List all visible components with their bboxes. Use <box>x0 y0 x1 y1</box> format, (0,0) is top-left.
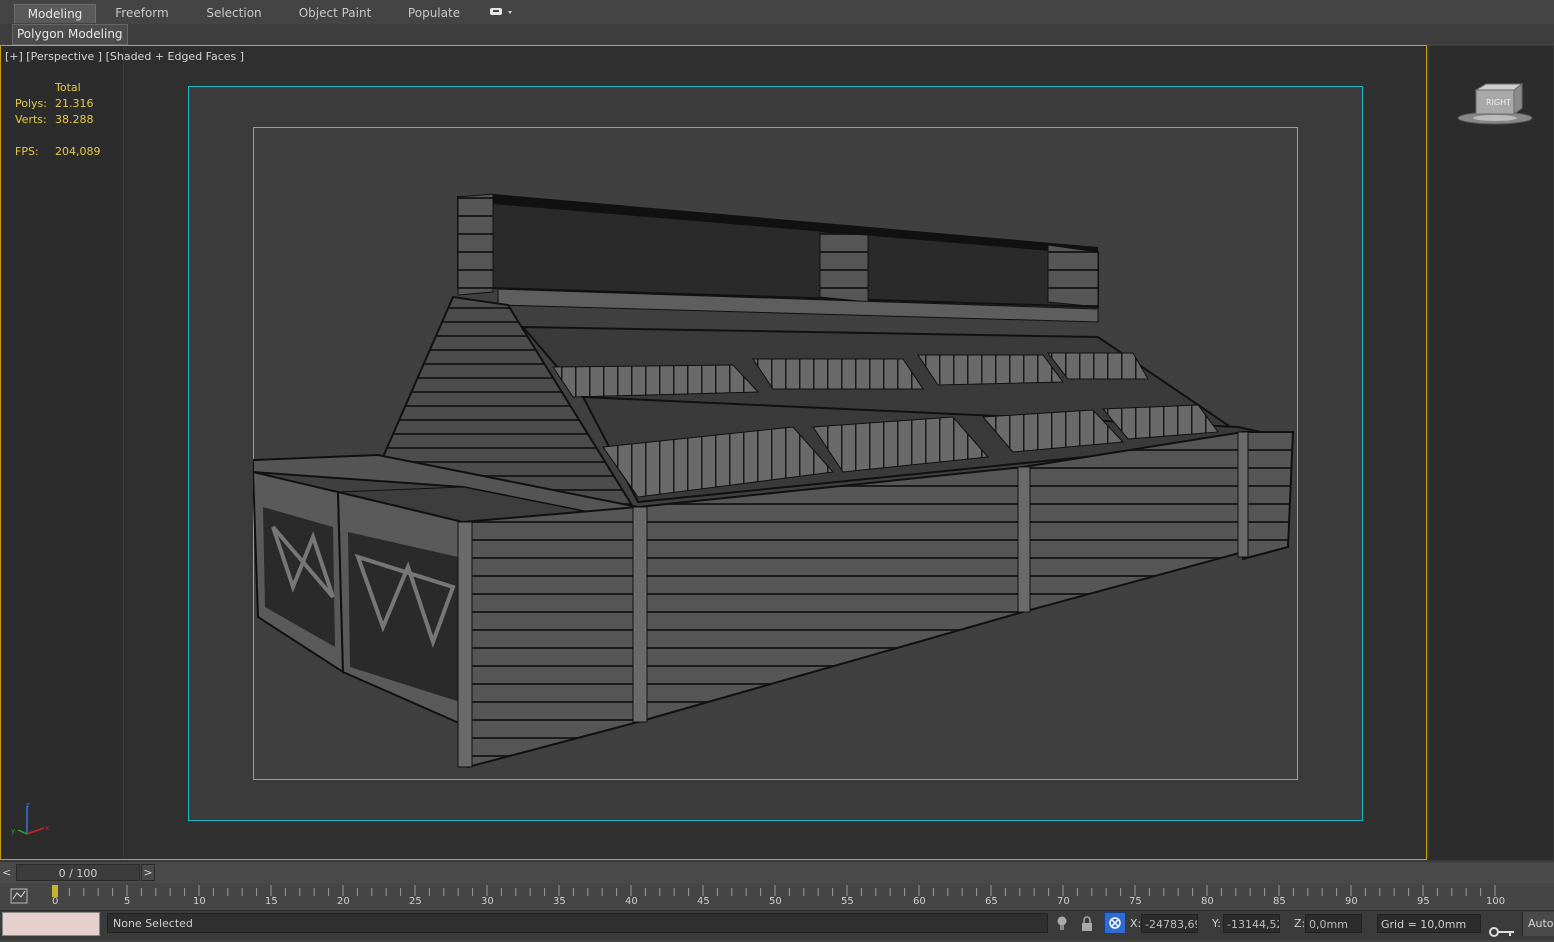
auto-key-button[interactable]: Auto <box>1522 912 1554 936</box>
track-tick-label: 55 <box>841 896 854 907</box>
x-coord-label: X: <box>1130 917 1142 930</box>
stats-polys-value: 21.316 <box>55 97 94 110</box>
viewcube-icon: RIGHT <box>1457 83 1533 125</box>
track-tick-label: 25 <box>409 896 422 907</box>
ribbon-panel-bar: Polygon Modeling <box>0 24 1554 45</box>
track-tick-label: 50 <box>769 896 782 907</box>
time-slider-thumb[interactable]: 0 / 100 <box>16 864 140 881</box>
track-tick-label: 75 <box>1129 896 1142 907</box>
tab-populate[interactable]: Populate <box>398 4 470 22</box>
track-tick-label: 10 <box>193 896 206 907</box>
viewport-right-region <box>1429 46 1553 860</box>
viewport-left-region <box>1 46 123 860</box>
viewport-label-menu[interactable]: [+] [Perspective ] [Shaded + Edged Faces… <box>5 50 244 63</box>
ribbon-toggle-icon <box>490 8 512 15</box>
tab-selection[interactable]: Selection <box>196 4 272 22</box>
track-tick-label: 100 <box>1486 896 1506 907</box>
polygon-modeling-panel[interactable]: Polygon Modeling <box>12 24 128 45</box>
lock-icon <box>1082 916 1092 931</box>
stats-polys-label: Polys: <box>15 97 47 110</box>
time-slider-prev[interactable]: < <box>2 866 11 879</box>
maxscript-listener-box[interactable] <box>2 912 100 936</box>
svg-text:z: z <box>26 801 30 809</box>
isolate-selection-toggle[interactable] <box>1055 915 1069 936</box>
track-tick-label: 20 <box>337 896 350 907</box>
x-coord-field[interactable]: -24783,695 <box>1141 914 1198 933</box>
market-stall-model <box>253 193 1295 769</box>
ribbon-options-dropdown[interactable] <box>489 6 517 21</box>
track-tick-label: 40 <box>625 896 638 907</box>
track-tick-label: 0 <box>52 896 59 907</box>
ribbon-tab-bar: Modeling Freeform Selection Object Paint… <box>0 0 1554 25</box>
track-tick-label: 90 <box>1345 896 1358 907</box>
stats-verts-label: Verts: <box>15 113 47 126</box>
track-tick-label: 30 <box>481 896 494 907</box>
svg-text:x: x <box>45 824 49 832</box>
z-coord-field[interactable]: 0,0mm <box>1305 914 1362 933</box>
set-key-toggle[interactable] <box>1488 925 1516 942</box>
y-coord-field[interactable]: -13144,529 <box>1223 914 1280 933</box>
track-tick-label: 85 <box>1273 896 1286 907</box>
viewcube[interactable]: RIGHT <box>1456 82 1536 131</box>
mini-curve-editor-toggle[interactable] <box>8 886 32 909</box>
tab-freeform[interactable]: Freeform <box>104 4 180 22</box>
time-slider-bar <box>0 863 1554 883</box>
svg-text:y: y <box>11 827 15 835</box>
stats-fps-label: FPS: <box>15 145 39 158</box>
track-tick-label: 45 <box>697 896 710 907</box>
tab-modeling[interactable]: Modeling <box>14 4 96 23</box>
transform-mode-icon <box>1109 917 1121 929</box>
key-icon <box>1489 927 1514 937</box>
y-coord-label: Y: <box>1212 917 1221 930</box>
track-tick-label: 70 <box>1057 896 1070 907</box>
track-tick-label: 60 <box>913 896 926 907</box>
selection-lock-toggle[interactable] <box>1080 915 1094 936</box>
track-tick-label: 95 <box>1417 896 1430 907</box>
stats-verts-value: 38.288 <box>55 113 94 126</box>
grid-spacing-display: Grid = 10,0mm <box>1377 914 1481 933</box>
tab-object-paint[interactable]: Object Paint <box>292 4 378 22</box>
svg-text:RIGHT: RIGHT <box>1486 98 1511 107</box>
absolute-mode-transform-toggle[interactable] <box>1104 912 1126 934</box>
z-coord-label: Z: <box>1294 917 1306 930</box>
track-tick-label: 80 <box>1201 896 1214 907</box>
track-tick-label: 5 <box>124 896 131 907</box>
axis-tripod-icon: z x y <box>11 801 49 835</box>
track-tick-label: 35 <box>553 896 566 907</box>
track-tick-label: 65 <box>985 896 998 907</box>
stats-fps-value: 204,089 <box>55 145 101 158</box>
track-tick-label: 15 <box>265 896 278 907</box>
axis-tripod: z x y <box>8 800 58 843</box>
curve-editor-icon <box>10 888 28 904</box>
stats-total-label: Total <box>55 81 81 94</box>
time-slider-next[interactable]: > <box>141 864 155 881</box>
lightbulb-icon <box>1057 916 1067 930</box>
selection-status-text: None Selected <box>107 913 1048 933</box>
